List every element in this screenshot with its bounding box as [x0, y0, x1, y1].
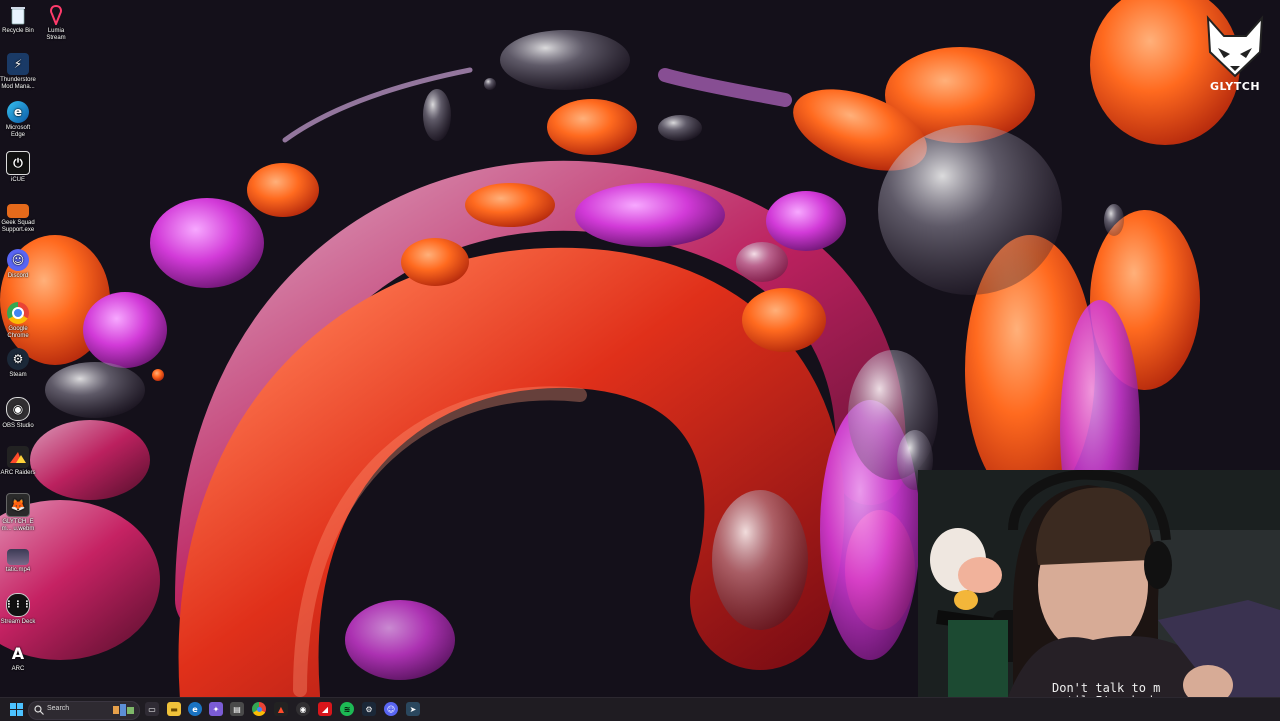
taskbar-search[interactable]: Search [28, 701, 140, 720]
desktop-icon-label: iCUE [10, 177, 25, 183]
shirt-text: Don't talk to m until I've had [1052, 681, 1161, 698]
stream-deck-icon: ⋮⋮⋮ [5, 593, 32, 617]
search-icon [34, 705, 44, 715]
task-view-icon: ▭ [148, 704, 156, 714]
fox-logo-icon [1206, 15, 1264, 78]
arc-raiders-icon: ▲ [277, 704, 285, 714]
desktop-icon-label: Microsoft Edge [5, 125, 31, 138]
discord-icon: ☺ [386, 704, 396, 714]
spotify-icon: ≋ [343, 704, 351, 714]
recycle-bin-icon [7, 4, 29, 26]
video-file-icon [7, 549, 29, 565]
desktop-icon-arc-raiders[interactable]: ARC Raiders [0, 446, 36, 477]
arc-raiders-taskbar-button[interactable]: ▲ [274, 702, 288, 716]
steam-icon: ⚙ [365, 704, 373, 714]
edge-icon: e [192, 704, 198, 714]
obs-icon: ◉ [6, 397, 30, 421]
spotify-taskbar-button[interactable]: ≋ [340, 702, 354, 716]
desktop-icon-tatic-video[interactable]: tatic.mp4 [0, 546, 36, 574]
arc-icon: A [11, 643, 25, 663]
chrome-icon [7, 302, 29, 324]
desktop-icon-grid: Recycle Bin Lumia Stream ⚡ Thunderstore … [0, 0, 80, 697]
desktop-icon-chrome[interactable]: Google Chrome [0, 302, 36, 340]
chrome-taskbar-button[interactable] [252, 702, 266, 716]
task-view-button[interactable]: ▭ [145, 702, 159, 716]
desktop-icon-label: Google Chrome [7, 326, 29, 339]
desktop-icon-arc[interactable]: A ARC [0, 642, 36, 673]
desktop-icon-label: OBS Studio [2, 423, 34, 429]
desktop-icon-label: ARC Raiders [0, 470, 36, 476]
discord-taskbar-button[interactable]: ☺ [384, 702, 398, 716]
edge-taskbar-button[interactable]: e [188, 702, 202, 716]
desktop-icon-label: Stream Deck [0, 619, 36, 625]
desktop-icon-edge[interactable]: e Microsoft Edge [0, 101, 36, 139]
desktop-icon-stream-deck[interactable]: ⋮⋮⋮ Stream Deck [0, 593, 36, 626]
store-button[interactable]: ▤ [230, 702, 244, 716]
start-button[interactable] [10, 703, 23, 716]
store-icon: ▤ [233, 704, 241, 714]
file-explorer-icon: ▬ [170, 704, 178, 714]
desktop-icon-label: Recycle Bin [2, 28, 34, 34]
desktop-icon-label: ARC [11, 666, 25, 672]
glytch-logo: GLYTCH [1200, 14, 1270, 100]
desktop-icon-icue[interactable]: ⏻ iCUE [0, 151, 36, 184]
search-placeholder: Search [47, 705, 70, 712]
webcam-overlay: Don't talk to m until I've had [918, 470, 1280, 697]
desktop-icon-recycle-bin[interactable]: Recycle Bin [0, 4, 36, 35]
logo-text: GLYTCH [1209, 80, 1261, 93]
taskbar: Search ▭ ▬ e ✦ ▤ ▲ ◉ ◢ ≋ ⚙ ☺ ➤ [0, 697, 1280, 721]
lumia-stream-icon [45, 4, 67, 26]
geek-squad-icon [7, 204, 29, 218]
desktop-icon-label: Discord [7, 273, 29, 279]
discord-icon: ☺ [7, 249, 29, 271]
desktop-icon-obs[interactable]: ◉ OBS Studio [0, 397, 36, 430]
steam-alt-icon: ➤ [409, 704, 417, 714]
desktop-icon-label: tatic.mp4 [5, 567, 31, 573]
video-file-icon: 🦊 [6, 493, 30, 517]
steam-alt-taskbar-button[interactable]: ➤ [406, 702, 420, 716]
desktop-icon-label: Lumia Stream [46, 28, 66, 41]
copilot-button[interactable]: ✦ [209, 702, 223, 716]
desktop-icon-discord[interactable]: ☺ Discord [0, 249, 36, 280]
steam-taskbar-button[interactable]: ⚙ [362, 702, 376, 716]
windows-icon [10, 703, 23, 716]
desktop-icon-lumia-stream[interactable]: Lumia Stream [38, 4, 74, 42]
copilot-icon: ✦ [212, 704, 220, 714]
icue-icon: ⏻ [6, 151, 30, 175]
desktop-icon-label: GLYTCH_Em... u.webm [1, 519, 35, 532]
desktop-icon-steam[interactable]: ⚙ Steam [0, 348, 36, 379]
obs-taskbar-button[interactable]: ◉ [296, 702, 310, 716]
desktop-icon-geek-squad[interactable]: Geek Squad Support.exe [0, 200, 36, 234]
amd-taskbar-button[interactable]: ◢ [318, 702, 332, 716]
chrome-icon [256, 706, 262, 712]
desktop-icon-thunderstore[interactable]: ⚡ Thunderstore Mod Mana... [0, 53, 36, 91]
desktop-icon-label: Steam [9, 372, 27, 378]
obs-icon: ◉ [299, 704, 307, 714]
file-explorer-button[interactable]: ▬ [167, 702, 181, 716]
desktop-icon-label: Geek Squad Support.exe [1, 220, 35, 233]
steam-icon: ⚙ [7, 348, 29, 370]
amd-icon: ◢ [321, 704, 329, 714]
desktop-icon-label: Thunderstore Mod Mana... [0, 77, 36, 90]
desktop-icon-glytch-video[interactable]: 🦊 GLYTCH_Em... u.webm [0, 493, 36, 533]
arc-raiders-icon [7, 446, 29, 468]
edge-icon: e [7, 101, 29, 123]
search-highlight-icon [113, 704, 134, 716]
thunderstore-icon: ⚡ [7, 53, 29, 75]
